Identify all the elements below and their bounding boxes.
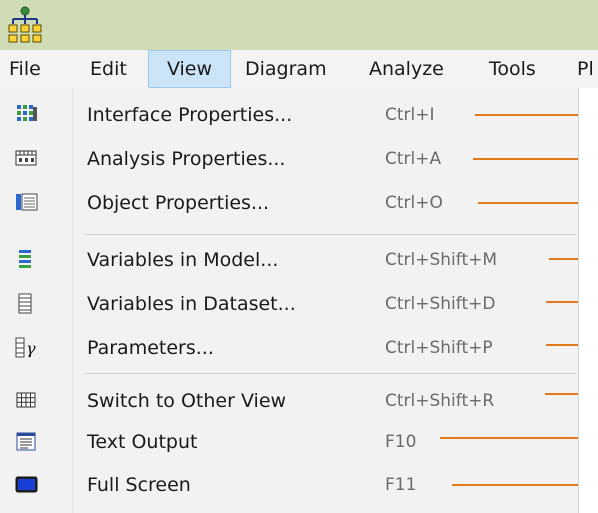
menu-item-label: Variables in Model... (87, 249, 279, 271)
menu-item-shortcut: Ctrl+Shift+R (385, 391, 495, 411)
menu-plugins-truncated[interactable]: Pl (577, 50, 594, 88)
menu-item-switch-to-other-view[interactable]: Switch to Other View Ctrl+Shift+R (0, 379, 580, 423)
menu-item-label: Object Properties... (87, 192, 270, 214)
annotation-leader-line (478, 202, 580, 204)
menu-item-shortcut: Ctrl+Shift+D (385, 294, 496, 314)
svg-text:γ: γ (26, 339, 36, 358)
menu-item-shortcut: F11 (385, 475, 417, 495)
menu-item-parameters[interactable]: γ Parameters... Ctrl+Shift+P (0, 326, 580, 370)
background-window-edge (578, 88, 598, 513)
menu-item-label: Analysis Properties... (87, 148, 286, 170)
variables-in-model-icon (19, 250, 31, 268)
annotation-leader-line (473, 158, 580, 160)
annotation-leader-line (440, 437, 580, 439)
menu-item-shortcut: Ctrl+Shift+M (385, 250, 498, 270)
annotation-leader-line (545, 393, 580, 395)
title-bar (0, 0, 598, 50)
menu-item-shortcut: Ctrl+I (385, 105, 435, 125)
grid-view-icon (16, 392, 36, 408)
annotation-leader-line (475, 114, 580, 116)
menu-item-variables-in-model[interactable]: Variables in Model... Ctrl+Shift+M (0, 238, 580, 282)
menu-item-label: Interface Properties... (87, 104, 293, 126)
menu-tools[interactable]: Tools (489, 50, 536, 88)
menu-diagram[interactable]: Diagram (245, 50, 327, 88)
menu-file[interactable]: File (9, 50, 41, 88)
menu-item-variables-in-dataset[interactable]: Variables in Dataset... Ctrl+Shift+D (0, 282, 580, 326)
object-properties-icon (16, 193, 38, 211)
view-dropdown-menu: Interface Properties... Ctrl+I Analysis … (0, 88, 580, 513)
menu-separator (84, 234, 576, 235)
menu-edit[interactable]: Edit (90, 50, 127, 88)
variables-in-dataset-icon (18, 293, 32, 314)
menu-analyze[interactable]: Analyze (369, 50, 444, 88)
analysis-properties-icon (15, 150, 37, 166)
menu-item-label: Parameters... (87, 337, 214, 359)
menu-bar: File Edit View Diagram Analyze Tools Pl (0, 50, 598, 89)
menu-item-shortcut: F10 (385, 432, 417, 452)
menu-item-label: Variables in Dataset... (87, 293, 296, 315)
annotation-leader-line (549, 258, 580, 260)
menu-item-shortcut: Ctrl+Shift+P (385, 338, 493, 358)
parameters-gamma-icon: γ (15, 337, 36, 358)
annotation-leader-line (452, 484, 580, 486)
full-screen-icon (15, 476, 38, 493)
menu-item-shortcut: Ctrl+O (385, 193, 443, 213)
interface-properties-icon (17, 105, 37, 121)
annotation-leader-line (546, 344, 580, 346)
menu-item-label: Full Screen (87, 474, 191, 496)
text-output-icon (16, 432, 36, 451)
annotation-leader-line (546, 301, 580, 303)
menu-view[interactable]: View (148, 50, 231, 88)
menu-item-label: Switch to Other View (87, 390, 287, 412)
menu-item-shortcut: Ctrl+A (385, 149, 442, 169)
menu-item-text-output[interactable]: Text Output F10 (0, 420, 580, 464)
app-icon[interactable] (4, 4, 46, 46)
menu-separator (84, 373, 576, 374)
menu-item-label: Text Output (87, 431, 198, 453)
